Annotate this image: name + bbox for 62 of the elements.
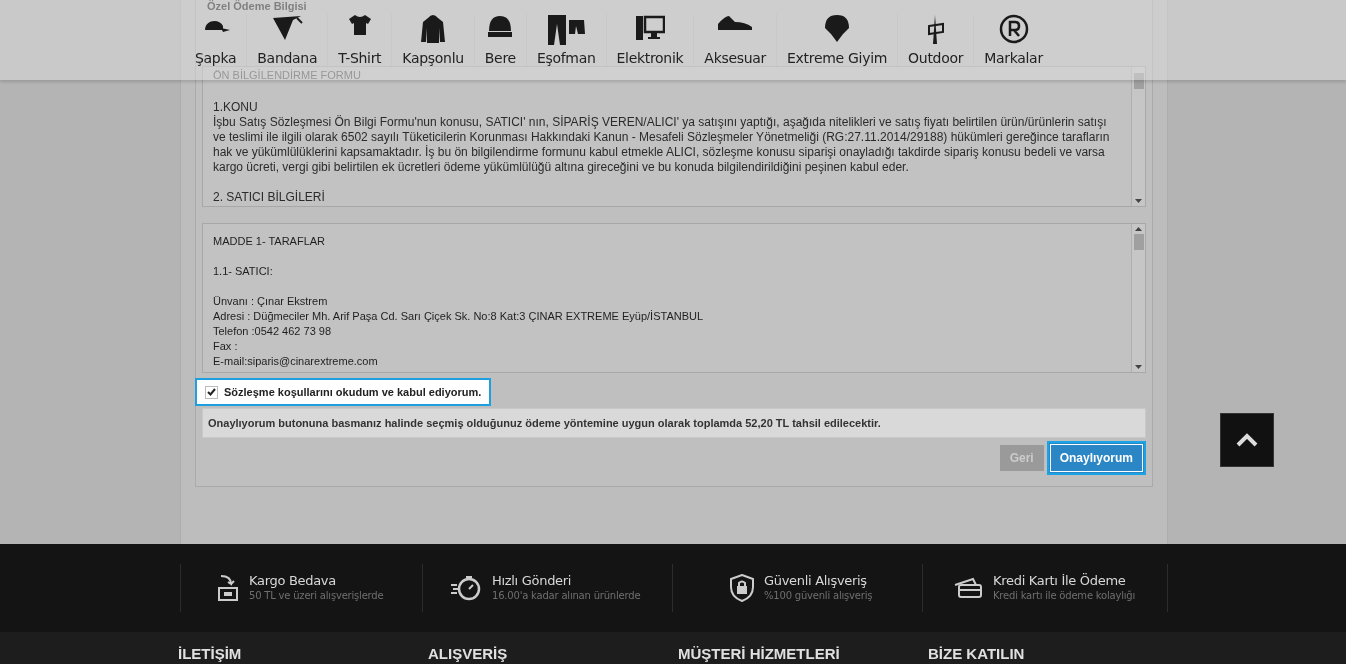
category-link[interactable]: Outdoor	[897, 14, 974, 66]
sneaker-icon	[717, 14, 754, 32]
text-line: E-mail:siparis@cinarextreme.com	[213, 354, 379, 369]
delivery-box-icon	[217, 574, 239, 602]
credit-card-icon	[953, 577, 983, 599]
scroll-down-icon[interactable]	[1135, 365, 1142, 369]
category-link[interactable]: Eşofman	[525, 14, 606, 66]
text-line: Adresi : Düğmeciler Mh. Arif Paşa Cd. Sarı Çiçek Sk. No:8 Kat:3 ÇINAR EXTREME Eyüp/İSTANBUL	[213, 309, 705, 324]
category-link[interactable]: Elektronik	[605, 14, 694, 66]
hoodie-icon	[420, 14, 447, 44]
tracksuit-icon	[546, 14, 587, 46]
section-title: Özel Ödeme Bilgisi	[207, 0, 307, 13]
info-form-textarea[interactable]	[202, 66, 1146, 207]
computer-icon	[634, 14, 665, 42]
paragraph: 2. SATICI BİLGİLERİ	[213, 190, 326, 205]
text-line: MADDE 1- TARAFLAR	[213, 234, 327, 249]
bandana-icon	[271, 14, 304, 42]
category-link[interactable]: Bandana	[246, 14, 328, 66]
feature-subtitle: 50 TL ve üzeri alışverişlerde	[249, 589, 384, 603]
beanie-icon	[486, 14, 515, 38]
checkbox[interactable]	[205, 385, 218, 399]
category-link[interactable]: Markalar	[973, 14, 1053, 66]
registered-mark-icon	[998, 14, 1029, 44]
column-heading: İLETİŞİM	[178, 645, 242, 662]
paragraph: 1.KONU	[213, 100, 259, 115]
scrollbar[interactable]	[1131, 67, 1145, 206]
feature-subtitle: 16.00'a kadar alınan ürünlerde	[492, 589, 641, 603]
category-link[interactable]: Extreme Giyim	[776, 14, 898, 66]
column-heading: MÜŞTERİ HİZMETLERİ	[678, 645, 840, 662]
feature-title: Hızlı Gönderi	[492, 573, 573, 589]
paragraph: İşbu Satış Sözleşmesi Ön Bilgi Formu'nun konusu, SATICI' nın, SİPARİŞ VEREN/ALICI' ya satışını yaptığı, aşağıda nitelikleri ve satış fiyatı belirtilen ürün/ürünlerin satışı ve teslimi ile ilgili olarak 6502 sayılı Tüketicilerin Korunması Hakkındaki Kanun - Mesafeli Sözleşmeler Yönetmeliği (RG:27.11.2014/29188) hükümleri gereğince tarafların hak ve yükümlülüklerini kapsamaktadır. İş bu ön bilgilendirme formunu kabul etmekle ALICI, sözleşme konusu siparişi onayladığı takdirde sipariş konusu bedeli ve varsa kargo ücreti, vergi gibi belirtilen ek ücretleri ödeme yükümlülüğü altına gireceğini ve bu konuda bilgilendirildiğini peşinen kabul eder.	[213, 115, 1111, 175]
feature-title: Güvenli Alışveriş	[764, 573, 868, 589]
category-link[interactable]: Aksesuar	[693, 14, 777, 66]
stopwatch-icon	[450, 575, 482, 601]
feature-title: Kredi Kartı İle Ödeme	[993, 573, 1127, 589]
scroll-down-icon[interactable]	[1135, 199, 1142, 203]
terms-checkbox[interactable]: Sözleşme koşullarını okudum ve kabul ediyorum.	[195, 378, 492, 406]
scrollbar[interactable]	[1131, 224, 1145, 372]
form-title: ÖN BİLGİLENDİRME FORMU	[213, 68, 362, 83]
text-line: Telefon :0542 462 73 98	[213, 324, 333, 339]
scrollbar-thumb[interactable]	[1133, 234, 1144, 250]
total-notice: Onaylıyorum butonuna basmanız halinde seçmiş olduğunuz ödeme yöntemine uygun olarak toplamda 52,20 TL tahsil edilecektir.	[202, 408, 1146, 438]
scroll-up-icon[interactable]	[1135, 227, 1142, 231]
category-link[interactable]: T-Shirt	[327, 14, 392, 66]
text-line: Ünvanı : Çınar Ekstrem	[213, 294, 329, 309]
category-link[interactable]: Kapşonlu	[391, 14, 474, 66]
category-link[interactable]: Bere	[473, 14, 526, 66]
column-heading: BİZE KATILIN	[928, 645, 1025, 662]
shield-lock-icon	[730, 574, 754, 602]
tshirt-icon	[346, 14, 373, 36]
scrollbar-thumb[interactable]	[1133, 73, 1144, 89]
helmet-icon	[823, 14, 852, 44]
confirm-button[interactable]: Onaylıyorum	[1046, 441, 1146, 475]
category-link[interactable]: Şapka	[185, 14, 247, 66]
text-line: Fax :	[213, 339, 239, 354]
text-line: 1.1- SATICI:	[213, 264, 274, 279]
feature-subtitle: %100 güvenli alışveriş	[764, 589, 873, 603]
feature-title: Kargo Bedava	[249, 573, 337, 589]
column-heading: ALIŞVERİŞ	[428, 645, 508, 662]
chevron-up-icon	[1236, 433, 1258, 447]
scroll-to-top-button[interactable]	[1220, 413, 1274, 467]
feature-subtitle: Kredi kartı ile ödeme kolaylığı	[993, 589, 1136, 603]
